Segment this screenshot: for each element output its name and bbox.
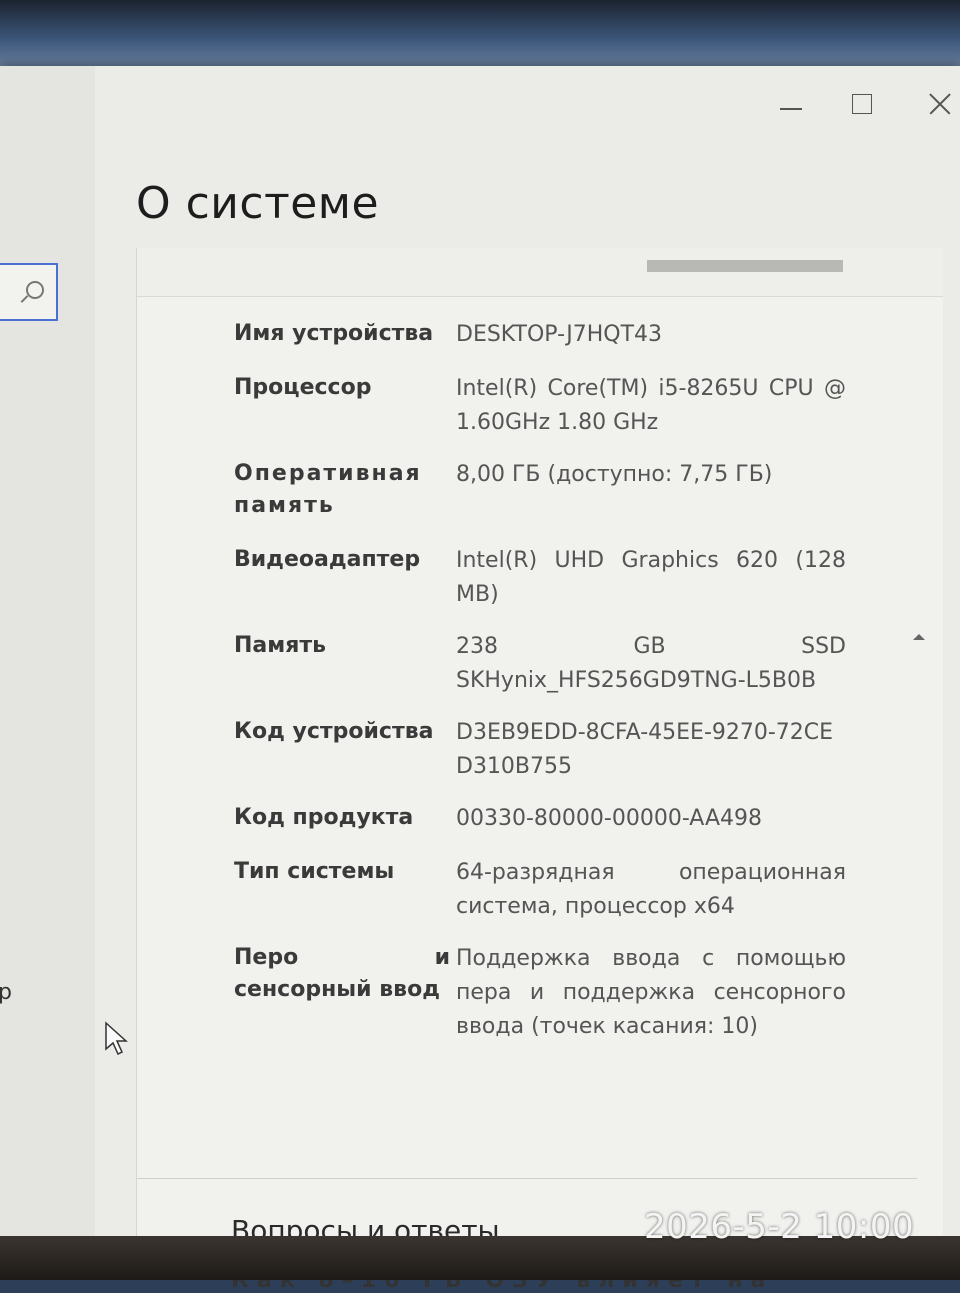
spec-row-ram: Оперативная память 8,00 ГБ (доступно: 7,… — [234, 458, 846, 544]
settings-search-box[interactable] — [0, 263, 58, 321]
section-divider — [137, 1178, 917, 1179]
card-top-strip — [137, 248, 943, 297]
settings-window: р О системе Имя устройства DESKTOP-J7HQT… — [0, 66, 960, 1293]
maximize-icon[interactable] — [852, 94, 872, 114]
mouse-pointer-icon — [105, 1021, 128, 1056]
spec-label: Код продукта — [234, 805, 414, 830]
spec-row-device-name: Имя устройства DESKTOP-J7HQT43 — [234, 318, 846, 372]
scroll-arrow-icon[interactable] — [913, 634, 925, 640]
spec-row-video-adapter: Видеоадаптер Intel(R) UHD Graphics 620 (… — [234, 544, 846, 630]
spec-value[interactable]: 238 GB SSD SKHynix_HFS256GD9TNG-L5B0B — [450, 630, 846, 716]
spec-label: Тип системы — [234, 859, 395, 884]
page-title: О системе — [136, 178, 380, 229]
spec-row-device-id: Код устройства D3EB9EDD-8CFA-45EE-9270-7… — [234, 716, 846, 802]
spec-value[interactable]: DESKTOP-J7HQT43 — [450, 318, 846, 372]
spec-value[interactable]: D3EB9EDD-8CFA-45EE-9270-72CED310B755 — [450, 716, 846, 802]
spec-table: Имя устройства DESKTOP-J7HQT43 Процессор… — [234, 318, 846, 1062]
spec-label: Процессор — [234, 375, 372, 400]
window-controls — [740, 88, 960, 128]
spec-row-system-type: Тип системы 64-разрядная операционная си… — [234, 856, 846, 942]
spec-label: Перо и сенсорный ввод — [234, 945, 450, 1002]
minimize-icon[interactable] — [780, 108, 802, 110]
photo-timestamp: 2026-5-2 10:00 — [644, 1207, 915, 1247]
spec-row-storage: Память 238 GB SSD SKHynix_HFS256GD9TNG-L… — [234, 630, 846, 716]
spec-label: Имя устройства — [234, 321, 434, 346]
spec-row-pen-touch: Перо и сенсорный ввод Поддержка ввода с … — [234, 942, 846, 1062]
scroll-thumb[interactable] — [647, 260, 843, 272]
spec-value[interactable]: 64-разрядная операционная система, проце… — [450, 856, 846, 942]
screen-bezel-top — [0, 0, 960, 70]
spec-label: Код устройства — [234, 719, 434, 744]
spec-value[interactable]: Intel(R) UHD Graphics 620 (128 MB) — [450, 544, 846, 630]
settings-nav-pane: р — [0, 66, 95, 1238]
search-icon[interactable] — [26, 281, 44, 299]
spec-value[interactable]: Поддержка ввода с помощью пера и поддерж… — [450, 942, 846, 1062]
spec-label: Видеоадаптер — [234, 547, 421, 572]
close-icon[interactable] — [926, 90, 954, 118]
spec-value[interactable]: 8,00 ГБ (доступно: 7,75 ГБ) — [450, 458, 846, 544]
nav-item-partial[interactable]: р — [0, 980, 12, 1005]
device-specs-card: Имя устройства DESKTOP-J7HQT43 Процессор… — [136, 248, 943, 1293]
spec-row-product-id: Код продукта 00330-80000-00000-AA498 — [234, 802, 846, 856]
spec-row-processor: Процессор Intel(R) Core(TM) i5-8265U CPU… — [234, 372, 846, 458]
spec-label: Оперативная память — [234, 461, 422, 518]
spec-label: Память — [234, 633, 327, 658]
spec-value[interactable]: 00330-80000-00000-AA498 — [450, 802, 846, 856]
spec-value[interactable]: Intel(R) Core(TM) i5-8265U CPU @ 1.60GHz… — [450, 372, 846, 458]
